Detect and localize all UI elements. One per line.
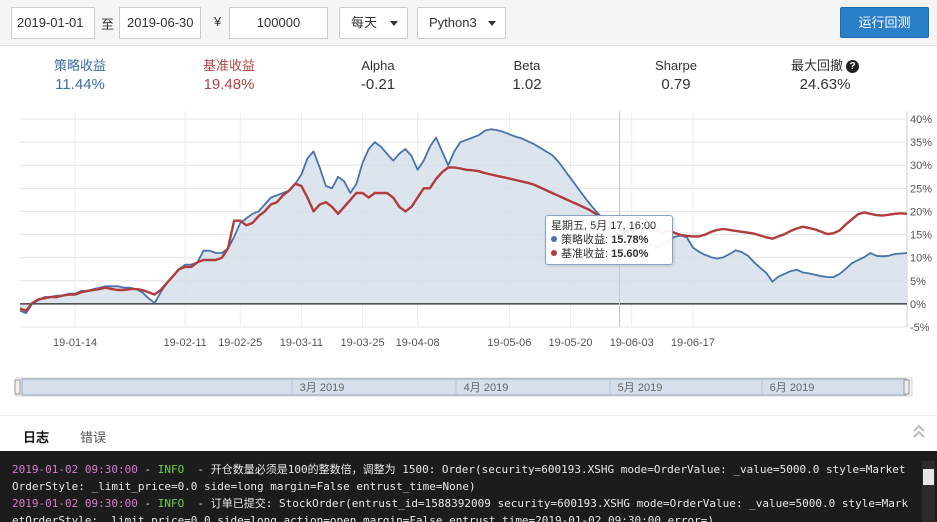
y-tick-label: 5%	[910, 276, 926, 288]
navigator-handle-right	[903, 379, 910, 395]
stat-value: 1.02	[512, 76, 542, 93]
log-level: INFO	[157, 497, 185, 510]
backtest-stats: 策略收益 11.44% 基准收益 19.48% Alpha -0.21 Beta…	[0, 47, 937, 97]
tooltip-benchmark-label: 基准收益:	[561, 248, 612, 260]
x-tick-label: 19-05-06	[487, 337, 531, 349]
stat-value: -0.21	[360, 76, 396, 93]
navigator-label: 6月 2019	[770, 382, 815, 394]
help-icon[interactable]: ?	[846, 60, 859, 73]
currency-symbol: ¥	[214, 14, 222, 29]
stat-label: 基准收益	[202, 58, 255, 73]
tab-log[interactable]: 日志	[23, 427, 49, 446]
stat-max-drawdown: 最大回撤? 24.63%	[765, 58, 885, 95]
stat-value: 0.79	[661, 76, 691, 93]
y-tick-label: 40%	[910, 114, 932, 126]
run-backtest-button[interactable]: 运行回测	[840, 7, 929, 38]
tooltip-strategy-row: 策略收益: 15.78%	[551, 233, 667, 247]
stat-sharpe: Sharpe 0.79	[616, 58, 736, 95]
tooltip-benchmark-row: 基准收益: 15.60%	[551, 247, 667, 261]
collapse-up-icon[interactable]	[911, 422, 927, 442]
y-tick-label: 35%	[910, 137, 932, 149]
console-scrollbar[interactable]	[922, 461, 935, 522]
y-tick-label: 30%	[910, 160, 932, 172]
chevron-down-icon	[488, 21, 496, 26]
y-tick-label: 0%	[910, 299, 926, 311]
stat-value: 24.63%	[799, 76, 851, 93]
log-line: 2019-01-02 09:30:00 - INFO - 开仓数量必须是100的…	[12, 461, 912, 495]
log-time: 2019-01-02 09:30:00	[12, 497, 138, 510]
chevron-down-icon	[390, 21, 398, 26]
stat-label: Sharpe	[655, 58, 697, 73]
start-date-input[interactable]: 2019-01-01	[11, 7, 95, 39]
python-version-select[interactable]: Python3	[417, 7, 506, 39]
chart-tooltip: 星期五, 5月 17, 16:00 策略收益: 15.78% 基准收益: 15.…	[545, 215, 673, 265]
stat-alpha: Alpha -0.21	[318, 58, 438, 95]
frequency-value: 每天	[351, 15, 378, 30]
log-console: 2019-01-02 09:30:00 - INFO - 开仓数量必须是100的…	[0, 451, 937, 522]
output-tabs: 日志 错误	[0, 415, 937, 451]
strategy-dot-icon	[551, 236, 557, 242]
stat-label: 最大回撤	[790, 58, 843, 73]
python-version-value: Python3	[429, 15, 477, 30]
end-date-input[interactable]: 2019-06-30	[119, 7, 201, 39]
stat-strategy-return: 策略收益 11.44%	[20, 58, 140, 95]
tooltip-strategy-label: 策略收益:	[561, 234, 612, 246]
log-level: INFO	[157, 463, 185, 476]
navigator-label: 4月 2019	[464, 382, 509, 394]
tooltip-title: 星期五, 5月 17, 16:00	[551, 220, 657, 232]
x-tick-label: 19-03-11	[280, 337, 323, 349]
backtest-toolbar: 2019-01-01 至 2019-06-30 ¥ 100000 每天 Pyth…	[0, 0, 937, 46]
tooltip-benchmark-value: 15.60%	[611, 248, 649, 260]
returns-chart[interactable]: 40% 35% 30% 25% 20% 15% 10% 5% 0% -5% 19-01-14 19-0…	[0, 97, 937, 402]
x-tick-label: 19-03-25	[341, 337, 385, 349]
stat-value: 19.48%	[203, 76, 255, 93]
stat-benchmark-return: 基准收益 19.48%	[169, 58, 289, 95]
x-tick-label: 19-06-17	[671, 337, 715, 349]
navigator-handle-left	[14, 379, 21, 395]
log-time: 2019-01-02 09:30:00	[12, 463, 138, 476]
log-separator: -	[137, 497, 158, 510]
x-tick-label: 19-01-14	[53, 337, 97, 349]
stat-value: 11.44%	[55, 76, 105, 93]
frequency-select[interactable]: 每天	[339, 7, 408, 39]
x-tick-label: 19-02-25	[218, 337, 262, 349]
log-line: 2019-01-02 09:30:00 - INFO - 订单已提交: Stoc…	[12, 495, 912, 522]
x-tick-label: 19-06-03	[610, 337, 654, 349]
navigator-label: 5月 2019	[618, 382, 663, 394]
y-tick-label: 20%	[910, 206, 932, 218]
y-tick-label: 15%	[910, 230, 932, 242]
stat-label: Alpha	[361, 58, 395, 73]
x-tick-label: 19-05-20	[549, 337, 593, 349]
log-separator: -	[137, 463, 158, 476]
y-tick-label: 25%	[910, 183, 932, 195]
tab-error[interactable]: 错误	[80, 427, 106, 446]
stat-label-row: 最大回撤?	[765, 58, 885, 73]
tooltip-strategy-value: 15.78%	[611, 234, 649, 246]
x-tick-label: 19-02-11	[164, 337, 207, 349]
navigator-label: 3月 2019	[300, 382, 345, 394]
x-tick-label: 19-04-08	[396, 337, 440, 349]
date-range-separator: 至	[101, 17, 115, 32]
y-tick-label: 10%	[910, 253, 932, 265]
benchmark-dot-icon	[551, 250, 557, 256]
scrollbar-thumb[interactable]	[923, 469, 934, 485]
stat-label: Beta	[513, 58, 541, 73]
stat-label: 策略收益	[53, 58, 106, 73]
initial-capital-input[interactable]: 100000	[229, 7, 328, 39]
y-tick-label: -5%	[910, 322, 930, 334]
log-lines: 2019-01-02 09:30:00 - INFO - 开仓数量必须是100的…	[12, 461, 912, 522]
stat-beta: Beta 1.02	[467, 58, 587, 95]
